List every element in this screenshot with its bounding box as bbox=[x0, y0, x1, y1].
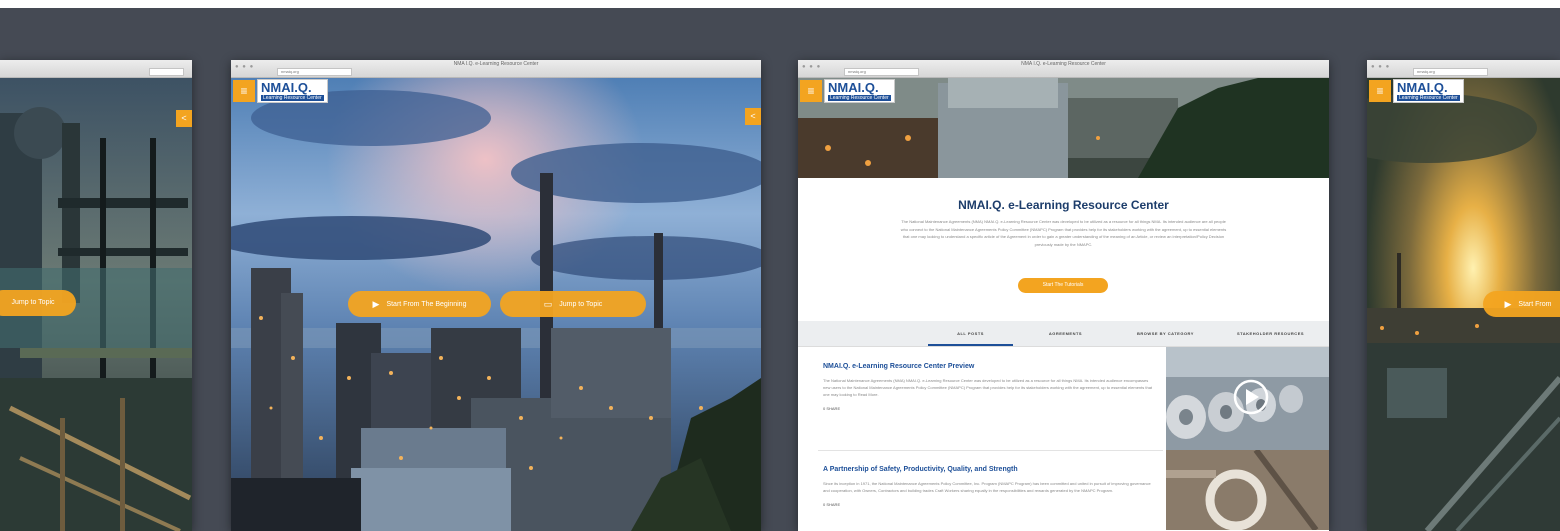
browser-chrome bbox=[0, 60, 192, 78]
post-excerpt: Since its inception in 1971, the Nationa… bbox=[823, 481, 1151, 493]
play-icon: ▶ bbox=[372, 299, 380, 309]
jump-to-topic-button[interactable]: ▭ Jump to Topic bbox=[500, 291, 646, 317]
hero-image-power-plant-dusk: ≡ NMAI.Q. Learning Resource Center < ▶ St… bbox=[231, 78, 761, 531]
tab-stakeholder-resources[interactable]: STAKEHOLDER RESOURCES bbox=[1218, 321, 1323, 346]
post-share-count[interactable]: 0 SHARE bbox=[823, 406, 1153, 411]
post-item: NMAI.Q. e-Learning Resource Center Previ… bbox=[823, 363, 1153, 411]
nmaiq-logo[interactable]: NMAI.Q. Learning Resource Center bbox=[1393, 79, 1464, 103]
post-image-steel-coils[interactable] bbox=[1166, 347, 1329, 450]
browser-chrome: ● ● ● nmaiq.org bbox=[1367, 60, 1560, 78]
jump-to-topic-label: Jump to Topic bbox=[559, 300, 603, 308]
logo-subtitle: Learning Resource Center bbox=[261, 95, 324, 101]
start-tutorials-label: Start The Tutorials bbox=[1042, 282, 1084, 288]
menu-icon[interactable]: ≡ bbox=[233, 80, 255, 102]
start-from-beginning-label: Start From The Beginning bbox=[386, 300, 467, 308]
address-bar[interactable]: nmaiq.org bbox=[1413, 68, 1488, 76]
play-icon: ▶ bbox=[1504, 299, 1512, 309]
intro-description: The National Maintenance Agreements (NMA… bbox=[900, 219, 1227, 247]
menu-icon[interactable]: ≡ bbox=[800, 80, 822, 102]
browser-tab-title: NMA I.Q. e-Learning Resource Center bbox=[1021, 61, 1106, 67]
page-title: NMAI.Q. e-Learning Resource Center bbox=[958, 198, 1169, 212]
post-title-link[interactable]: NMAI.Q. e-Learning Resource Center Previ… bbox=[823, 363, 1153, 370]
tab-browse-by-category[interactable]: BROWSE BY CATEGORY bbox=[1118, 321, 1213, 346]
post-divider bbox=[818, 450, 1163, 451]
start-from-beginning-button[interactable]: ▶ Start From bbox=[1483, 291, 1560, 317]
share-icon[interactable]: < bbox=[745, 108, 761, 125]
logo-subtitle: Learning Resource Center bbox=[1397, 95, 1460, 101]
browser-chrome: ● ● ● NMA I.Q. e-Learning Resource Cente… bbox=[231, 60, 761, 78]
post-filter-tabs: ALL POSTS AGREEMENTS BROWSE BY CATEGORY … bbox=[798, 321, 1329, 347]
jump-to-topic-button[interactable]: Jump to Topic bbox=[0, 290, 76, 316]
address-bar[interactable]: nmaiq.org bbox=[277, 68, 352, 76]
browser-tab-title: NMA I.Q. e-Learning Resource Center bbox=[453, 61, 539, 67]
nmaiq-logo[interactable]: NMAI.Q. Learning Resource Center bbox=[824, 79, 895, 103]
tab-all-posts[interactable]: ALL POSTS bbox=[928, 321, 1013, 346]
window-controls-icon[interactable]: ● ● ● bbox=[1371, 64, 1390, 70]
logo-text: NMAI.Q. bbox=[828, 80, 879, 95]
page-content: ≡ NMAI.Q. Learning Resource Center NMAI.… bbox=[798, 78, 1329, 531]
share-icon[interactable]: < bbox=[176, 110, 192, 127]
tab-agreements[interactable]: AGREEMENTS bbox=[1023, 321, 1108, 346]
logo-subtitle: Learning Resource Center bbox=[828, 95, 891, 101]
post-excerpt: The National Maintenance Agreements (NMA… bbox=[823, 378, 1153, 397]
browser-window-3: ● ● ● NMA I.Q. e-Learning Resource Cente… bbox=[798, 60, 1329, 531]
post-image-machinery[interactable] bbox=[1166, 450, 1329, 530]
logo-text: NMAI.Q. bbox=[261, 80, 312, 95]
start-tutorials-button[interactable]: Start The Tutorials bbox=[1018, 278, 1108, 293]
post-item: A Partnership of Safety, Productivity, Q… bbox=[823, 466, 1153, 507]
intro-section: NMAI.Q. e-Learning Resource Center The N… bbox=[798, 178, 1329, 531]
top-strip bbox=[0, 0, 1560, 8]
browser-window-1: < Jump to Topic bbox=[0, 60, 192, 531]
start-from-beginning-button[interactable]: ▶ Start From The Beginning bbox=[348, 291, 491, 317]
start-from-beginning-label: Start From bbox=[1518, 300, 1552, 308]
nmaiq-logo[interactable]: NMAI.Q. Learning Resource Center bbox=[257, 79, 328, 103]
jump-to-topic-label: Jump to Topic bbox=[11, 299, 55, 306]
hero-image-sunset-plant: ≡ NMAI.Q. Learning Resource Center ▶ Star… bbox=[1367, 78, 1560, 531]
browser-window-2: ● ● ● NMA I.Q. e-Learning Resource Cente… bbox=[231, 60, 761, 531]
address-bar[interactable] bbox=[149, 68, 184, 76]
hero-image-refinery-pipes: < Jump to Topic bbox=[0, 78, 192, 531]
address-bar[interactable]: nmaiq.org bbox=[844, 68, 919, 76]
monitor-icon: ▭ bbox=[543, 299, 553, 309]
logo-text: NMAI.Q. bbox=[1397, 80, 1448, 95]
post-share-count[interactable]: 0 SHARE bbox=[823, 502, 1153, 507]
post-title-link[interactable]: A Partnership of Safety, Productivity, Q… bbox=[823, 466, 1153, 473]
browser-chrome: ● ● ● NMA I.Q. e-Learning Resource Cente… bbox=[798, 60, 1329, 78]
browser-window-4: ● ● ● nmaiq.org ≡ NMAI.Q. Learning Resou… bbox=[1367, 60, 1560, 531]
menu-icon[interactable]: ≡ bbox=[1369, 80, 1391, 102]
